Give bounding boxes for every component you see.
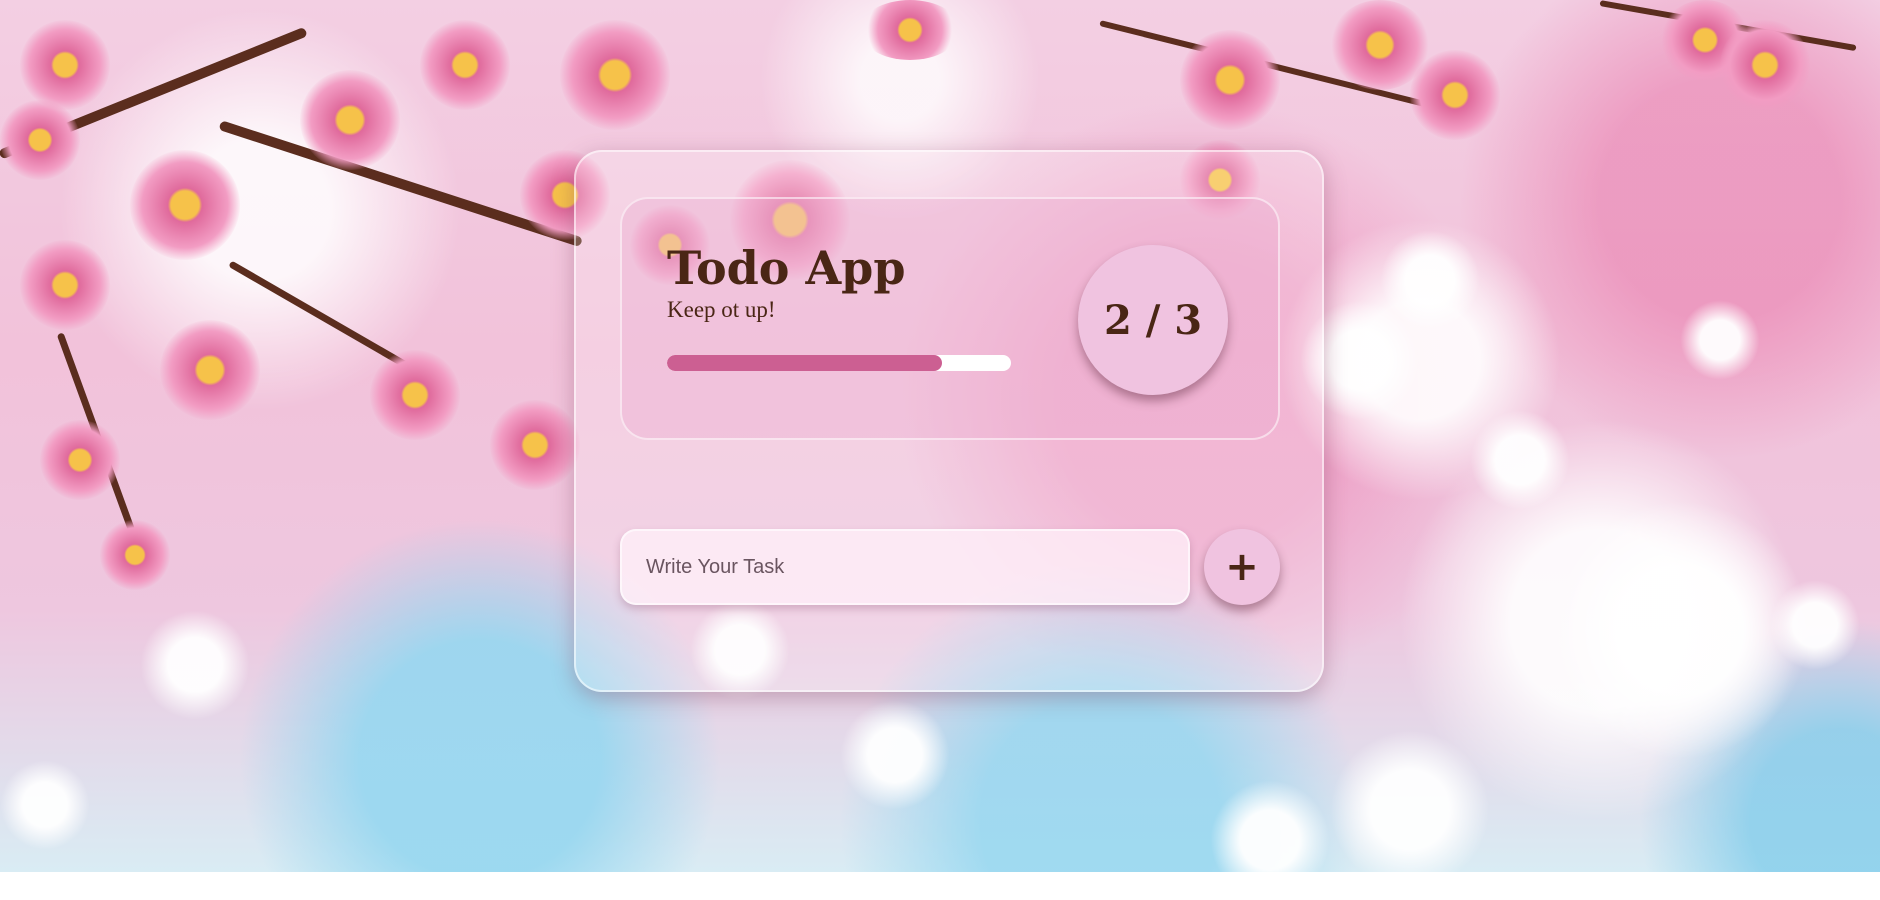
blossom-flower [490, 400, 580, 490]
blossom-flower [20, 240, 110, 330]
bokeh-light [1680, 300, 1760, 380]
task-counter: 2 / 3 [1078, 245, 1228, 395]
bokeh-light [1470, 410, 1570, 510]
blossom-flower [1410, 50, 1500, 140]
progress-bar-fill [667, 355, 943, 371]
bokeh-light [1210, 780, 1330, 900]
bokeh-light [140, 610, 250, 720]
blossom-flower [20, 20, 110, 110]
blossom-flower [420, 20, 510, 110]
blossom-flower [300, 70, 400, 170]
blossom-flower [860, 0, 960, 60]
blossom-flower [370, 350, 460, 440]
bokeh-light [1330, 730, 1490, 890]
app-title: Todo App [667, 241, 906, 295]
todo-card: Todo App Keep ot up! 2 / 3 + [574, 150, 1324, 692]
progress-bar [667, 355, 1011, 371]
blossom-flower [1180, 30, 1280, 130]
blossom-flower [0, 100, 80, 180]
bokeh-light [840, 700, 950, 810]
task-input[interactable] [620, 529, 1190, 605]
bokeh-light [1550, 500, 1810, 760]
blossom-flower [100, 520, 170, 590]
blossom-flower [40, 420, 120, 500]
blossom-flower [130, 150, 240, 260]
blossom-flower [560, 20, 670, 130]
blossom-flower [1720, 20, 1810, 110]
blossom-flower [160, 320, 260, 420]
todo-header-panel: Todo App Keep ot up! 2 / 3 [620, 197, 1280, 440]
app-subtitle: Keep ot up! [667, 297, 776, 322]
bokeh-light [0, 760, 90, 850]
add-task-button[interactable]: + [1204, 529, 1280, 605]
bokeh-light [1770, 580, 1860, 670]
bokeh-light [1380, 230, 1480, 330]
